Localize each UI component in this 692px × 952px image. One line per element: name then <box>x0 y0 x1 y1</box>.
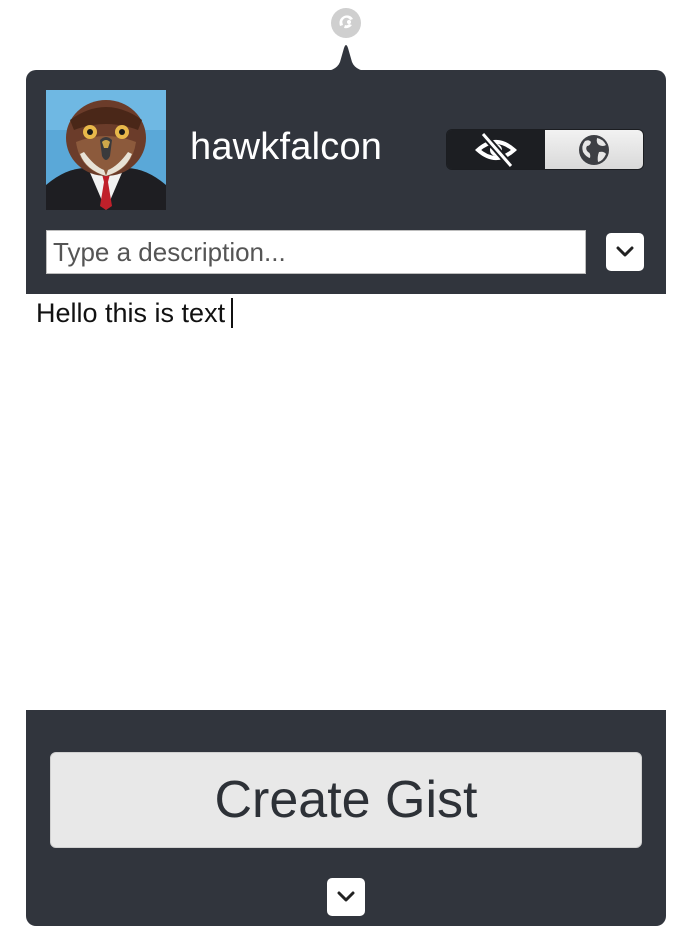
globe-icon <box>579 134 609 165</box>
header-panel: hawkfalcon <box>26 70 666 294</box>
username: hawkfalcon <box>190 126 383 168</box>
gist-menubar-icon[interactable] <box>329 6 363 40</box>
chevron-down-icon <box>337 891 355 902</box>
chevron-down-icon <box>616 246 634 257</box>
user-avatar[interactable] <box>46 90 166 210</box>
description-dropdown-button[interactable] <box>606 233 644 271</box>
footer-panel: Create Gist <box>26 710 666 926</box>
description-input[interactable] <box>46 230 586 274</box>
text-caret <box>231 298 234 328</box>
eye-slash-icon <box>475 131 517 168</box>
octocat-icon <box>331 8 361 38</box>
editor-text: Hello this is text <box>36 298 226 328</box>
hawk-avatar-image <box>46 90 166 210</box>
gist-content-editor[interactable]: Hello this is text <box>26 294 666 710</box>
gist-popover: hawkfalcon Type a description... Hello t… <box>26 70 666 926</box>
visibility-toggle <box>446 129 644 170</box>
popover-arrow <box>318 45 374 72</box>
options-dropdown-button[interactable] <box>327 878 365 916</box>
secret-gist-button[interactable] <box>447 130 545 169</box>
editor-content-line: Hello this is text <box>36 298 234 329</box>
public-gist-button[interactable] <box>545 130 643 169</box>
create-gist-button[interactable]: Create Gist <box>50 752 642 848</box>
